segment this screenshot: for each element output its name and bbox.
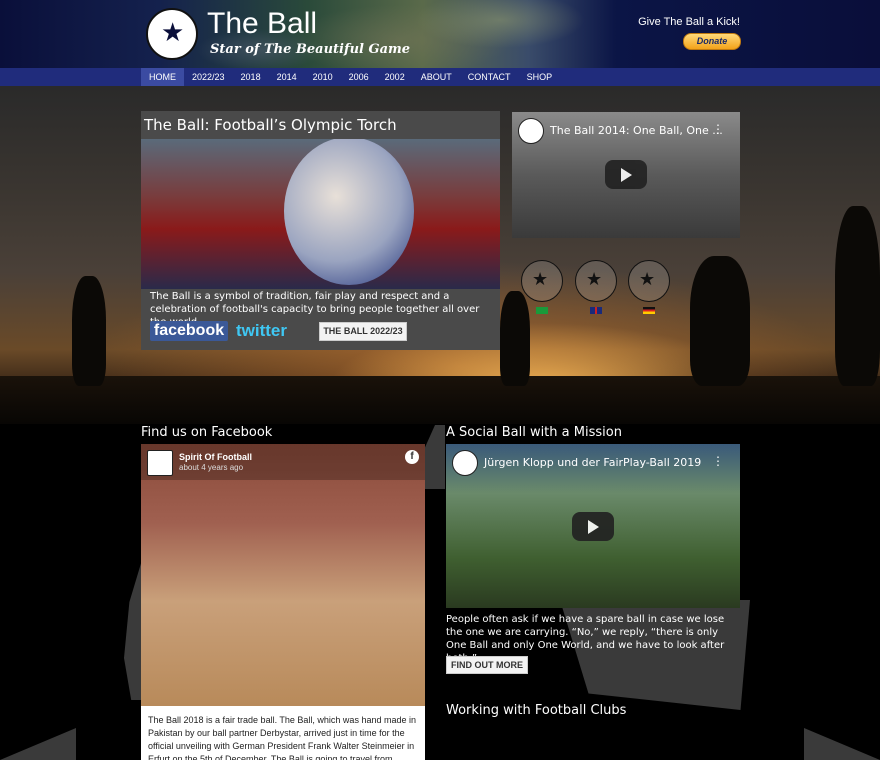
play-button[interactable]: [572, 512, 614, 541]
feature-image[interactable]: [141, 139, 500, 289]
uk-flag-icon[interactable]: [590, 307, 602, 314]
nav-item-2014[interactable]: 2014: [269, 68, 305, 86]
feature-title[interactable]: The Ball: Football’s Olympic Torch: [144, 116, 397, 134]
nav-item-about[interactable]: ABOUT: [413, 68, 460, 86]
site-title[interactable]: The Ball: [207, 8, 317, 40]
badge-icon[interactable]: ★: [521, 260, 563, 302]
video-embed-klopp[interactable]: Jürgen Klopp und der FairPlay-Ball 2019 …: [446, 444, 740, 608]
signed-ball-image: [284, 139, 414, 285]
facebook-widget[interactable]: Spirit Of Football about 4 years ago f T…: [141, 444, 425, 760]
badge-icon[interactable]: ★: [575, 260, 617, 302]
post-time[interactable]: about 4 years ago: [179, 463, 243, 472]
nav-item-2022-23[interactable]: 2022/23: [184, 68, 233, 86]
facebook-page-name[interactable]: Spirit Of Football: [179, 452, 252, 462]
play-icon: [588, 520, 599, 534]
the-ball-2022-button[interactable]: THE BALL 2022/23: [319, 322, 407, 341]
facebook-post-text: The Ball 2018 is a fair trade ball. The …: [148, 715, 416, 760]
site-header: [0, 0, 880, 68]
nav-item-2006[interactable]: 2006: [341, 68, 377, 86]
video-title[interactable]: Jürgen Klopp und der FairPlay-Ball 2019: [484, 456, 701, 469]
more-options-icon[interactable]: ⋮: [712, 122, 724, 136]
nav-item-2002[interactable]: 2002: [377, 68, 413, 86]
player-silhouette: [835, 206, 880, 386]
nav-item-2018[interactable]: 2018: [233, 68, 269, 86]
brazil-flag-icon[interactable]: [536, 307, 548, 314]
facebook-link[interactable]: facebook: [150, 321, 228, 341]
more-options-icon[interactable]: ⋮: [712, 454, 724, 468]
main-nav: HOME 2022/23 2018 2014 2010 2006 2002 AB…: [0, 68, 880, 86]
facebook-icon[interactable]: f: [405, 450, 419, 464]
hero-ground: [0, 376, 880, 424]
play-icon: [621, 168, 632, 182]
facebook-post-photo[interactable]: [141, 444, 425, 706]
logo-ball-icon[interactable]: ★: [146, 8, 198, 60]
play-button[interactable]: [605, 160, 647, 189]
badge-icon[interactable]: ★: [628, 260, 670, 302]
nav-item-2010[interactable]: 2010: [305, 68, 341, 86]
channel-avatar: [518, 118, 544, 144]
kick-text: Give The Ball a Kick!: [638, 16, 740, 28]
page-avatar[interactable]: [147, 450, 173, 476]
nav-item-home[interactable]: HOME: [141, 68, 184, 86]
facebook-section-heading: Find us on Facebook: [141, 425, 273, 440]
germany-flag-icon[interactable]: [643, 307, 655, 314]
mission-section-heading: A Social Ball with a Mission: [446, 425, 622, 440]
nav-item-contact[interactable]: CONTACT: [460, 68, 519, 86]
facebook-widget-header: Spirit Of Football about 4 years ago f: [141, 444, 425, 480]
find-out-more-button[interactable]: FIND OUT MORE: [446, 656, 528, 674]
spirit-of-football-badges: ★ ★ ★: [516, 256, 686, 326]
star-icon: ★: [161, 18, 185, 48]
nav-item-shop[interactable]: SHOP: [519, 68, 561, 86]
clubs-section-heading: Working with Football Clubs: [446, 703, 627, 718]
video-embed-2014[interactable]: The Ball 2014: One Ball, One ... ⋮: [512, 112, 740, 238]
player-silhouette: [690, 256, 750, 386]
twitter-link[interactable]: twitter: [236, 321, 312, 341]
player-silhouette: [72, 276, 106, 386]
site-tagline: Star of The Beautiful Game: [210, 42, 411, 57]
channel-avatar: [452, 450, 478, 476]
video-title[interactable]: The Ball 2014: One Ball, One ...: [550, 124, 723, 137]
donate-button[interactable]: Donate: [683, 33, 741, 50]
